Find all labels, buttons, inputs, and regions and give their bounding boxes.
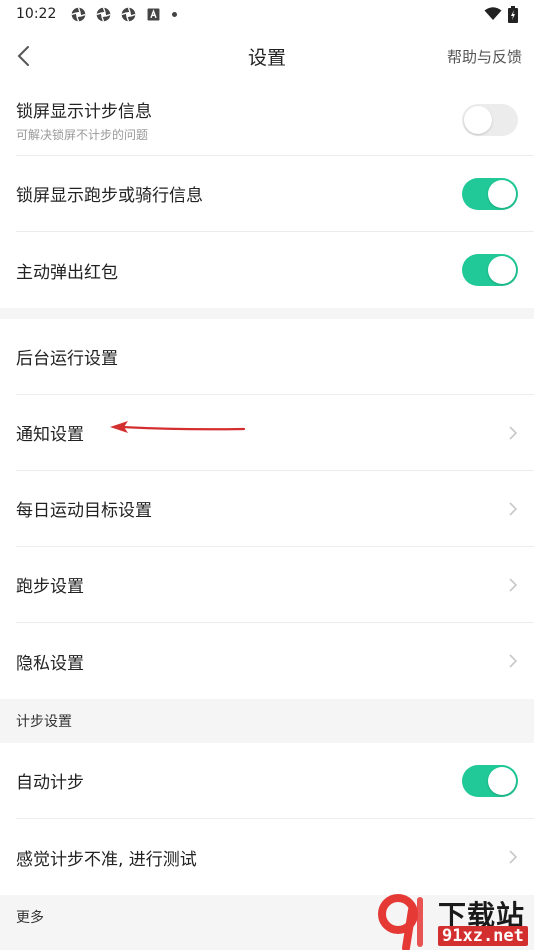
wifi-icon bbox=[484, 7, 502, 20]
chevron-right-icon bbox=[509, 501, 518, 516]
privacy-settings-row[interactable]: 隐私设置 bbox=[16, 623, 534, 699]
dot-icon bbox=[172, 11, 178, 17]
top-bar: 设置 帮助与反馈 bbox=[0, 28, 534, 84]
row-label: 感觉计步不准, 进行测试 bbox=[16, 849, 197, 870]
notification-settings-row[interactable]: 通知设置 bbox=[16, 395, 534, 471]
status-bar: 10:22 bbox=[0, 0, 534, 28]
section-gap bbox=[0, 308, 534, 319]
lockscreen-step-info-toggle[interactable] bbox=[462, 103, 518, 136]
step-settings-group: 自动计步 感觉计步不准, 进行测试 bbox=[0, 743, 534, 895]
running-settings-row[interactable]: 跑步设置 bbox=[16, 547, 534, 623]
row-label: 后台运行设置 bbox=[16, 349, 118, 369]
toggle-knob bbox=[488, 179, 516, 208]
lockscreen-step-info-row: 锁屏显示计步信息 可解决锁屏不计步的问题 bbox=[16, 84, 534, 156]
battery-charging-icon bbox=[508, 5, 518, 23]
toggle-knob bbox=[464, 105, 492, 134]
aperture-icon bbox=[96, 6, 111, 22]
lockscreen-settings-group: 锁屏显示计步信息 可解决锁屏不计步的问题 锁屏显示跑步或骑行信息 主动弹出红包 bbox=[0, 84, 534, 308]
chevron-right-icon bbox=[509, 425, 518, 440]
auto-step-toggle[interactable] bbox=[462, 764, 518, 797]
watermark-logo-icon bbox=[378, 894, 423, 950]
chevron-right-icon bbox=[509, 850, 518, 864]
aperture-icon bbox=[71, 6, 86, 22]
auto-popup-red-packet-row: 主动弹出红包 bbox=[16, 232, 534, 308]
chevron-right-icon bbox=[509, 577, 518, 592]
lockscreen-run-ride-info-toggle[interactable] bbox=[462, 177, 518, 210]
row-label: 自动计步 bbox=[16, 773, 84, 793]
row-label: 跑步设置 bbox=[16, 577, 84, 597]
aperture-icon bbox=[121, 6, 136, 22]
row-label: 锁屏显示计步信息 bbox=[16, 101, 152, 122]
text-a-icon bbox=[147, 8, 160, 20]
daily-goal-settings-row[interactable]: 每日运动目标设置 bbox=[16, 471, 534, 547]
auto-popup-red-packet-toggle[interactable] bbox=[462, 254, 518, 286]
toggle-knob bbox=[488, 766, 516, 795]
step-section-header: 计步设置 bbox=[0, 699, 534, 743]
general-settings-group: 后台运行设置 通知设置 每日运动目标设置 跑步设置 隐私设置 bbox=[0, 319, 534, 699]
auto-step-row: 自动计步 bbox=[16, 743, 534, 819]
step-accuracy-test-row[interactable]: 感觉计步不准, 进行测试 bbox=[16, 819, 534, 895]
row-label: 每日运动目标设置 bbox=[16, 501, 152, 521]
row-label: 隐私设置 bbox=[16, 653, 84, 674]
row-sublabel: 可解决锁屏不计步的问题 bbox=[16, 127, 149, 142]
row-label: 通知设置 bbox=[16, 425, 84, 445]
watermark: 下载站 91xz.net bbox=[374, 892, 534, 950]
row-label: 锁屏显示跑步或骑行信息 bbox=[16, 186, 203, 206]
watermark-text-en: 91xz.net bbox=[438, 926, 528, 946]
help-feedback-link[interactable]: 帮助与反馈 bbox=[447, 46, 522, 67]
chevron-right-icon bbox=[509, 654, 518, 668]
status-time: 10:22 bbox=[16, 6, 57, 22]
background-run-settings-row[interactable]: 后台运行设置 bbox=[16, 319, 534, 395]
row-label: 主动弹出红包 bbox=[16, 262, 118, 283]
lockscreen-run-ride-info-row: 锁屏显示跑步或骑行信息 bbox=[16, 156, 534, 232]
toggle-knob bbox=[488, 256, 516, 284]
